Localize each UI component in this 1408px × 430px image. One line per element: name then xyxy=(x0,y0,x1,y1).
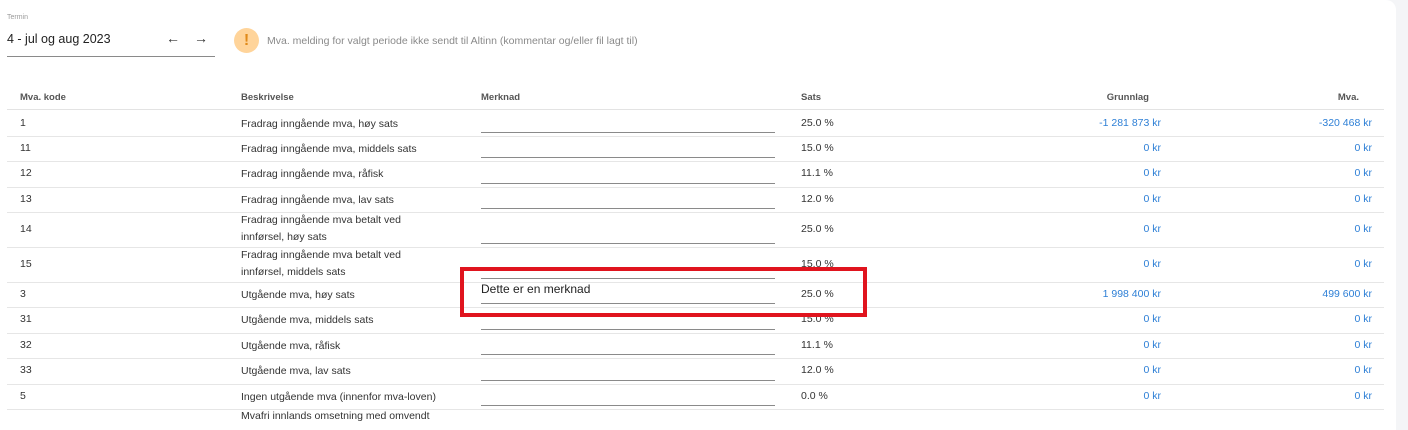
remark-input[interactable] xyxy=(481,333,775,355)
vat-rate: 25.0 % xyxy=(801,223,834,235)
warning-icon: ! xyxy=(234,28,259,53)
table-row: 13 Fradrag inngående mva, lav sats 12.0 % 0… xyxy=(7,187,1384,213)
header-vat: Mva. xyxy=(1337,92,1359,103)
description: Ingen utgående mva (innenfor mva-loven) xyxy=(241,389,436,406)
vat-code: 12 xyxy=(20,167,32,179)
arrow-right-icon[interactable]: → xyxy=(194,31,208,45)
description-line: Fradrag inngående mva betalt ved xyxy=(241,249,401,261)
description-line: Ingen utgående mva (innenfor mva-loven) xyxy=(241,391,436,403)
description-line: Fradrag inngående mva betalt ved xyxy=(241,214,401,226)
header-remark: Merknad xyxy=(481,92,521,103)
vat-code: 3 xyxy=(20,288,26,300)
vat-amount-link[interactable]: -320 468 kr xyxy=(1319,117,1372,129)
arrow-left-icon[interactable]: ← xyxy=(166,31,180,45)
base-amount-link[interactable]: 0 kr xyxy=(1143,339,1161,351)
vat-amount-link[interactable]: 0 kr xyxy=(1354,167,1372,179)
base-amount-link[interactable]: 0 kr xyxy=(1143,142,1161,154)
description: Fradrag inngående mva, råfisk xyxy=(241,166,383,183)
vat-code: 5 xyxy=(20,390,26,402)
base-amount-link[interactable]: 0 kr xyxy=(1143,313,1161,325)
vat-amount-link[interactable]: 0 kr xyxy=(1354,313,1372,325)
vat-amount-link[interactable]: 499 600 kr xyxy=(1322,288,1372,300)
highlight-box xyxy=(460,267,867,317)
vat-amount-link[interactable]: 0 kr xyxy=(1354,339,1372,351)
description-line: Utgående mva, lav sats xyxy=(241,365,351,377)
period-selector[interactable]: Termin 4 - jul og aug 2023 xyxy=(7,14,215,57)
period-value[interactable]: 4 - jul og aug 2023 xyxy=(7,32,111,46)
description-line: Utgående mva, råfisk xyxy=(241,340,341,352)
vat-amount-link[interactable]: 0 kr xyxy=(1354,193,1372,205)
description-line: Utgående mva, middels sats xyxy=(241,314,374,326)
vat-rate: 11.1 % xyxy=(801,339,833,351)
description: Utgående mva, lav sats xyxy=(241,363,351,380)
vat-rate: 0.0 % xyxy=(801,390,828,402)
remark-input[interactable] xyxy=(481,222,775,244)
vat-code: 13 xyxy=(20,193,32,205)
description-line: Fradrag inngående mva, råfisk xyxy=(241,168,384,180)
table-row: 14 Fradrag inngående mva betalt ved innfør… xyxy=(7,212,1384,248)
description-line: innførsel, middels sats xyxy=(241,266,346,278)
description: Utgående mva, råfisk xyxy=(241,338,340,355)
description: Utgående mva, middels sats xyxy=(241,312,373,329)
vat-amount-link[interactable]: 0 kr xyxy=(1354,223,1372,235)
description-line: Utgående mva, høy sats xyxy=(241,289,355,301)
vat-amount-link[interactable]: 0 kr xyxy=(1354,364,1372,376)
base-amount-link[interactable]: 1 998 400 kr xyxy=(1103,288,1161,300)
header-rate: Sats xyxy=(801,92,822,103)
vat-code: 33 xyxy=(20,364,32,376)
base-amount-link[interactable]: 0 kr xyxy=(1143,364,1161,376)
warning-text: Mva. melding for valgt periode ikke send… xyxy=(267,35,638,47)
vat-amount-link[interactable]: 0 kr xyxy=(1354,390,1372,402)
header-base: Grunnlag xyxy=(1106,92,1149,103)
vat-rate: 12.0 % xyxy=(801,364,834,376)
description: Fradrag inngående mva, høy sats xyxy=(241,116,398,133)
vat-report-card: Termin 4 - jul og aug 2023 ← → ! Mva. me… xyxy=(0,0,1396,430)
vat-rate: 11.1 % xyxy=(801,167,833,179)
remark-input[interactable] xyxy=(481,359,775,381)
description: Fradrag inngående mva betalt ved innførse… xyxy=(241,247,401,281)
partial-row-description: Mvafri innlands omsetning med omvendt xyxy=(241,410,430,422)
description-line: Fradrag inngående mva, høy sats xyxy=(241,118,398,130)
vat-code: 11 xyxy=(20,142,31,154)
remark-input[interactable] xyxy=(481,136,775,158)
table-row: 1 Fradrag inngående mva, høy sats 25.0 % -1… xyxy=(7,111,1384,137)
vat-code: 15 xyxy=(20,258,32,270)
remark-input[interactable] xyxy=(481,187,775,209)
vat-code: 1 xyxy=(20,117,26,129)
table-row: 32 Utgående mva, råfisk 11.1 % 0 kr 0 kr xyxy=(7,333,1384,359)
remark-input[interactable] xyxy=(481,111,775,133)
base-amount-link[interactable]: 0 kr xyxy=(1143,223,1161,235)
vat-rate: 12.0 % xyxy=(801,193,834,205)
base-amount-link[interactable]: 0 kr xyxy=(1143,390,1161,402)
base-amount-link[interactable]: 0 kr xyxy=(1143,258,1161,270)
remark-input[interactable] xyxy=(481,384,775,406)
description: Fradrag inngående mva, middels sats xyxy=(241,141,417,158)
description: Fradrag inngående mva betalt ved innførse… xyxy=(241,212,401,246)
vat-amount-link[interactable]: 0 kr xyxy=(1354,258,1372,270)
description: Utgående mva, høy sats xyxy=(241,287,355,304)
description: Fradrag inngående mva, lav sats xyxy=(241,192,394,209)
vat-code: 32 xyxy=(20,339,32,351)
description-line: innførsel, høy sats xyxy=(241,231,327,243)
table-row: 5 Ingen utgående mva (innenfor mva-loven)… xyxy=(7,384,1384,410)
base-amount-link[interactable]: 0 kr xyxy=(1143,167,1161,179)
table-row: 12 Fradrag inngående mva, råfisk 11.1 % 0 k… xyxy=(7,161,1384,188)
period-label: Termin xyxy=(7,14,29,21)
base-amount-link[interactable]: 0 kr xyxy=(1143,193,1161,205)
description-line: Fradrag inngående mva, middels sats xyxy=(241,143,417,155)
vat-code: 31 xyxy=(20,313,32,325)
vat-rate: 25.0 % xyxy=(801,117,834,129)
vat-amount-link[interactable]: 0 kr xyxy=(1354,142,1372,154)
header-code: Mva. kode xyxy=(20,92,66,103)
header-description: Beskrivelse xyxy=(241,92,294,103)
base-amount-link[interactable]: -1 281 873 kr xyxy=(1099,117,1161,129)
remark-input[interactable] xyxy=(481,162,775,184)
header-divider xyxy=(7,109,1384,110)
vat-code: 14 xyxy=(20,223,32,235)
description-line: Fradrag inngående mva, lav sats xyxy=(241,194,394,206)
table-row: 33 Utgående mva, lav sats 12.0 % 0 kr 0 kr xyxy=(7,358,1384,385)
table-row: 11 Fradrag inngående mva, middels sats 15.… xyxy=(7,136,1384,162)
vat-rate: 15.0 % xyxy=(801,142,834,154)
